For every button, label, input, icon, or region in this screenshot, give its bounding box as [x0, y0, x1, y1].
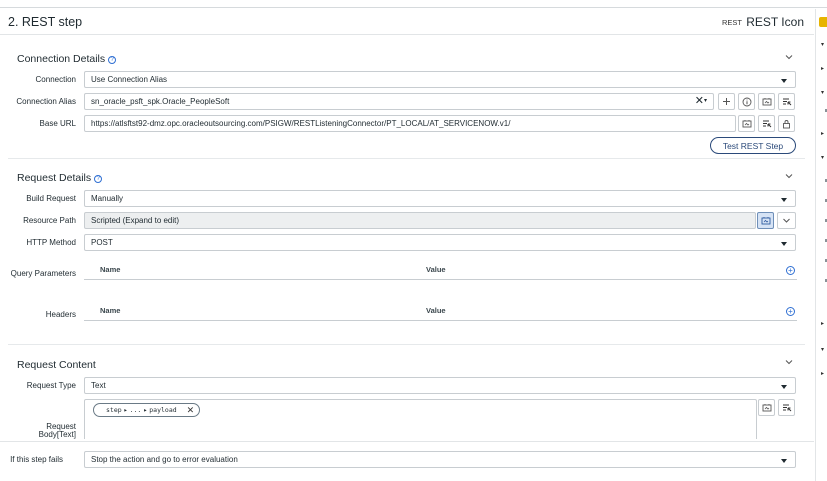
chevron-down-icon[interactable] [784, 357, 794, 367]
rest-icon-label: REST Icon [746, 15, 804, 29]
alias-value: sn_oracle_psft_spk.Oracle_PeopleSoft [91, 97, 230, 106]
alias-label: Connection Alias [16, 97, 76, 106]
http-method-label: HTTP Method [26, 238, 76, 247]
request-type-select[interactable]: Text [84, 377, 796, 394]
connection-alias-input[interactable]: sn_oracle_psft_spk.Oracle_PeopleSoft ✕▾ [84, 93, 714, 110]
http-method-select[interactable]: POST [84, 234, 796, 251]
resource-path-expand-button[interactable] [777, 212, 796, 229]
body-script-button[interactable] [778, 399, 795, 416]
step-header: 2. REST step REST REST Icon [0, 9, 814, 35]
add-query-parameter-icon[interactable]: + [786, 266, 795, 275]
pill-separator-icon: ▸ [143, 406, 148, 414]
clear-x-icon[interactable]: ✕▾ [695, 96, 707, 107]
caret-right-icon[interactable]: ▸ [821, 66, 824, 72]
query-parameters-label: Query Parameters [10, 269, 76, 278]
connection-section-title: Connection Details? [17, 53, 117, 65]
script-toggle-icon [782, 98, 791, 105]
base-url-label: Base URL [39, 119, 76, 128]
data-pill-picker-icon [762, 404, 771, 412]
headers-label: Headers [45, 310, 76, 319]
caret-right-icon[interactable]: ▸ [821, 131, 824, 137]
resource-path-input[interactable]: Scripted (Expand to edit) [84, 212, 756, 229]
pill-step-segment: step [106, 406, 122, 414]
caret-down-icon[interactable]: ▾ [821, 347, 824, 353]
pill-ellipsis-segment: ... [129, 406, 142, 414]
lock-icon [783, 119, 790, 128]
alias-data-pill-button[interactable] [758, 93, 775, 110]
request-type-label: Request Type [26, 381, 76, 390]
build-request-select[interactable]: Manually [84, 190, 796, 207]
alias-script-button[interactable] [778, 93, 795, 110]
connection-value: Use Connection Alias [91, 75, 168, 84]
http-method-value: POST [91, 238, 113, 247]
test-rest-step-button[interactable]: Test REST Step [710, 137, 796, 154]
add-alias-button[interactable] [718, 93, 735, 110]
connection-select[interactable]: Use Connection Alias [84, 71, 796, 88]
request-type-value: Text [91, 381, 106, 390]
query-value-header: Value [426, 265, 446, 274]
data-pill-picker-icon [742, 120, 751, 128]
body-data-pill-button[interactable] [758, 399, 775, 416]
remove-pill-icon[interactable]: ✕ [187, 405, 195, 416]
build-request-value: Manually [91, 194, 124, 203]
base-url-input[interactable]: https://atlsftst92-dmz.opc.oracleoutsour… [84, 115, 736, 132]
caret-right-icon[interactable]: ▸ [821, 321, 824, 327]
chevron-down-icon[interactable] [784, 171, 794, 181]
failure-action-value: Stop the action and go to error evaluati… [91, 455, 238, 464]
top-border [0, 0, 827, 8]
request-body-label-line2: Body[Text] [38, 430, 76, 439]
headers-rule [84, 320, 797, 321]
add-header-icon[interactable]: + [786, 307, 795, 316]
headers-name-header: Name [100, 306, 121, 315]
request-body-textarea[interactable]: step ▸ ... ▸ payload ✕ [84, 399, 757, 439]
caret-down-icon[interactable]: ▾ [821, 155, 824, 161]
data-pill-picker-icon [762, 98, 771, 106]
request-title-text: Request Details [17, 172, 92, 184]
request-body-label: Request Body[Text] [39, 423, 76, 439]
query-name-header: Name [100, 265, 121, 274]
caret-down-icon[interactable]: ▾ [821, 42, 824, 48]
request-section-title: Request Details? [17, 172, 103, 184]
section-divider [8, 158, 805, 159]
step-title: 2. REST step [8, 15, 83, 29]
chevron-down-icon [783, 218, 790, 223]
alias-info-button[interactable] [738, 93, 755, 110]
rail-tab[interactable] [819, 17, 827, 27]
rest-badge: REST [721, 18, 742, 27]
failure-action-select[interactable]: Stop the action and go to error evaluati… [84, 451, 796, 468]
help-icon[interactable]: ? [94, 175, 103, 183]
base-url-script-button[interactable] [758, 115, 775, 132]
connection-title-text: Connection Details [17, 53, 106, 65]
info-icon [742, 97, 751, 106]
chevron-down-icon[interactable] [784, 52, 794, 62]
base-url-lock-button[interactable] [778, 115, 795, 132]
script-toggle-icon [782, 404, 791, 411]
section-divider [8, 344, 805, 345]
failure-label: If this step fails [10, 455, 63, 464]
base-url-data-pill-button[interactable] [738, 115, 755, 132]
script-toggle-icon [762, 120, 771, 127]
base-url-value: https://atlsftst92-dmz.opc.oracleoutsour… [91, 119, 511, 128]
caret-down-icon[interactable]: ▾ [821, 90, 824, 96]
pill-payload-segment: payload [149, 406, 177, 414]
resource-path-data-pill-button[interactable] [757, 212, 774, 229]
build-request-label: Build Request [26, 194, 76, 203]
resource-path-value: Scripted (Expand to edit) [91, 216, 180, 225]
headers-value-header: Value [426, 306, 446, 315]
pill-separator-icon: ▸ [123, 406, 128, 414]
step-footer: If this step fails Stop the action and g… [0, 441, 814, 481]
request-content-section-title: Request Content [17, 359, 96, 371]
right-rail: ▾ ▸ ▾ ▸ ▾ ▸ ▾ ▸ [815, 9, 827, 481]
connection-label: Connection [35, 75, 76, 84]
query-parameters-rule [84, 279, 797, 280]
help-icon[interactable]: ? [108, 56, 117, 64]
resource-path-label: Resource Path [23, 216, 76, 225]
data-pill[interactable]: step ▸ ... ▸ payload ✕ [93, 403, 201, 417]
data-pill-picker-icon [761, 217, 770, 225]
plus-icon [723, 98, 730, 105]
caret-right-icon[interactable]: ▸ [821, 371, 824, 377]
